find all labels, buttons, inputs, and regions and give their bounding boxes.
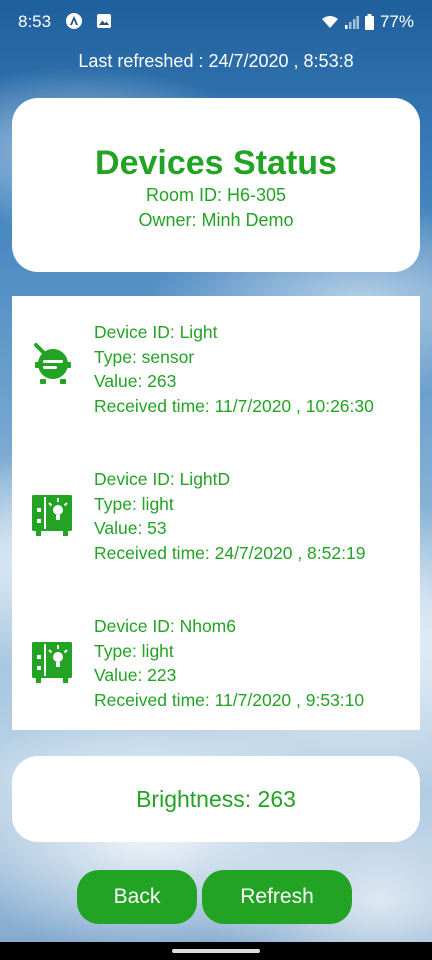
device-details: Device ID: Light Type: sensor Value: 263… bbox=[94, 320, 374, 418]
header-card: Devices Status Room ID: H6-305 Owner: Mi… bbox=[12, 98, 420, 272]
device-id: Device ID: LightD bbox=[94, 469, 231, 489]
device-value: Value: 263 bbox=[94, 371, 177, 391]
battery-icon bbox=[364, 14, 374, 30]
status-bar: 8:53 77% bbox=[0, 0, 432, 42]
home-gesture-handle[interactable] bbox=[172, 949, 260, 953]
status-time: 8:53 bbox=[18, 12, 52, 31]
battery-percentage: 77% bbox=[379, 12, 414, 31]
device-item[interactable]: Device ID: LightD Type: light Value: 53 … bbox=[12, 467, 420, 567]
device-item[interactable]: Device ID: Light Type: sensor Value: 263… bbox=[12, 320, 420, 420]
back-button[interactable]: Back bbox=[77, 870, 197, 924]
brightness-card: Brightness: 263 bbox=[12, 756, 420, 842]
device-received-time: Received time: 11/7/2020 , 10:26:30 bbox=[94, 395, 374, 416]
sensor-icon bbox=[34, 343, 71, 384]
page-title: Devices Status bbox=[95, 144, 337, 182]
room-id: Room ID: H6-305 bbox=[145, 185, 287, 205]
image-notification-icon bbox=[97, 14, 111, 28]
device-id: Device ID: Light bbox=[94, 322, 218, 342]
device-type: Type: light bbox=[94, 493, 174, 514]
owner-name: Owner: Minh Demo bbox=[138, 210, 294, 230]
device-received-time: Received time: 24/7/2020 , 8:52:19 bbox=[94, 542, 366, 563]
wifi-icon bbox=[321, 16, 338, 28]
navigation-bar bbox=[0, 942, 432, 960]
device-list[interactable]: Device ID: Light Type: sensor Value: 263… bbox=[12, 296, 420, 730]
brightness-value: Brightness: 263 bbox=[136, 785, 296, 812]
light-device-icon bbox=[32, 495, 72, 536]
device-details: Device ID: Nhom6 Type: light Value: 223 … bbox=[94, 614, 364, 712]
device-item[interactable]: Device ID: Nhom6 Type: light Value: 223 … bbox=[12, 614, 420, 714]
last-refreshed-text: Last refreshed : 24/7/2020 , 8:53:8 bbox=[78, 51, 354, 71]
status-right: 77% bbox=[321, 12, 414, 32]
device-type: Type: light bbox=[94, 640, 174, 661]
light-device-icon bbox=[32, 642, 72, 683]
app-notification-icon bbox=[66, 13, 82, 29]
device-details: Device ID: LightD Type: light Value: 53 … bbox=[94, 467, 365, 565]
refresh-button[interactable]: Refresh bbox=[202, 870, 352, 924]
signal-icon bbox=[344, 16, 359, 29]
device-type: Type: sensor bbox=[94, 346, 195, 367]
device-value: Value: 53 bbox=[94, 518, 167, 538]
device-value: Value: 223 bbox=[94, 665, 177, 685]
device-id: Device ID: Nhom6 bbox=[94, 616, 236, 636]
device-received-time: Received time: 11/7/2020 , 9:53:10 bbox=[94, 689, 365, 710]
